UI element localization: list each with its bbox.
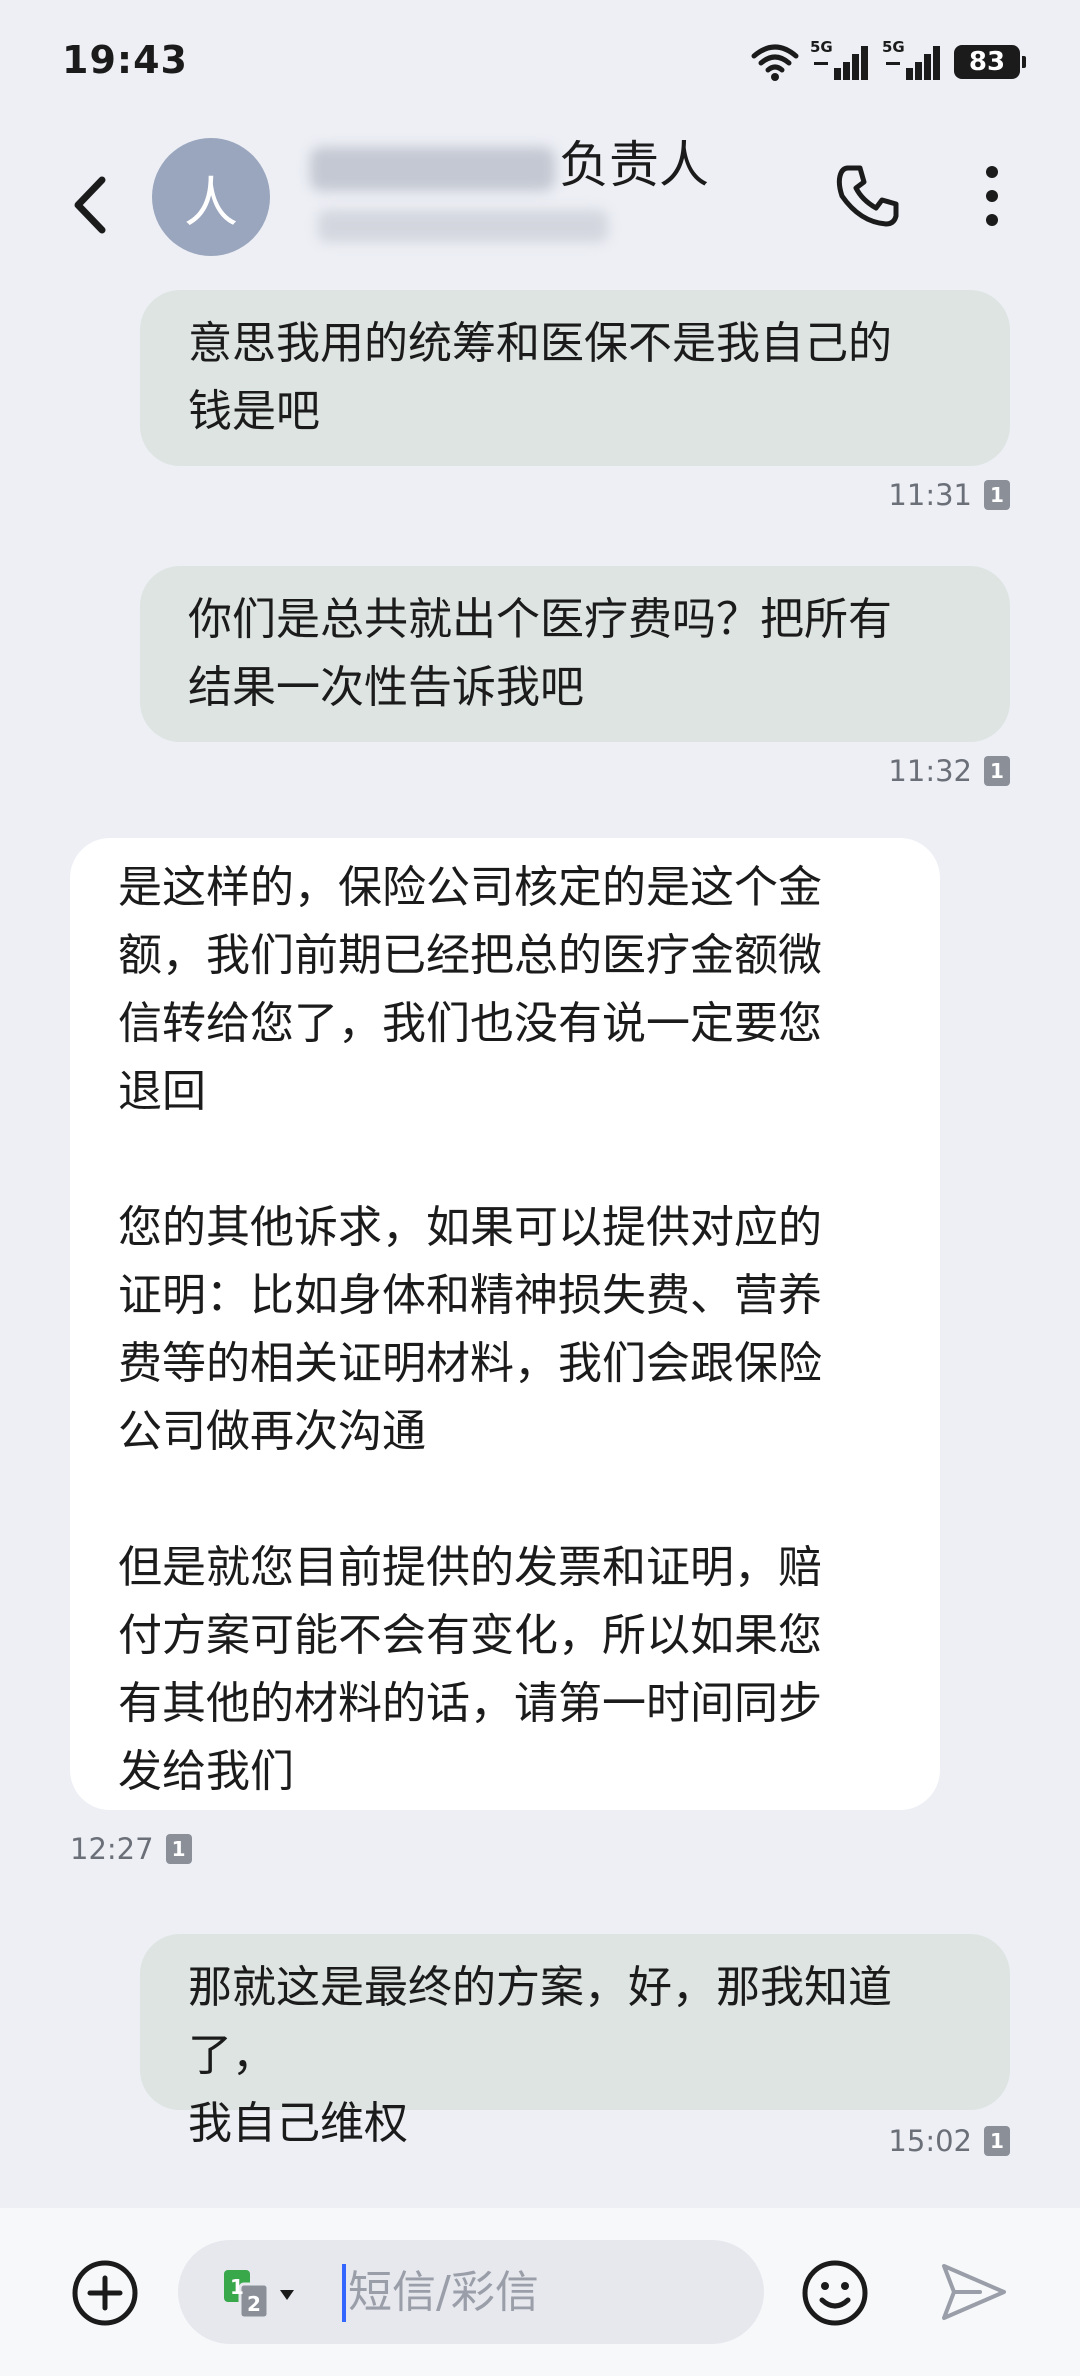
sim-badge-icon: 1: [984, 2126, 1010, 2156]
message-input[interactable]: [348, 2262, 728, 2322]
emoji-icon[interactable]: [800, 2258, 870, 2328]
sim-primary-label: 1: [230, 2275, 244, 2299]
sim-badge-icon: 1: [984, 480, 1010, 510]
sim-selector-icon: 1 2: [224, 2270, 294, 2320]
message-bubble-outgoing[interactable]: 意思我用的统筹和医保不是我自己的 钱是吧: [140, 290, 1010, 466]
avatar[interactable]: 人: [152, 138, 270, 256]
more-vert-icon[interactable]: [970, 160, 1014, 232]
battery-icon: 83: [954, 45, 1026, 79]
sim-selector-button[interactable]: 1 2: [224, 2270, 314, 2320]
message-meta: 11:32 1: [888, 754, 1010, 788]
message-time: 11:32: [888, 754, 972, 788]
text-cursor: [342, 2264, 346, 2322]
message-meta: 12:27 1: [70, 1832, 192, 1866]
message-bubble-incoming[interactable]: 是这样的，保险公司核定的是这个金 额，我们前期已经把总的医疗金额微 信转给您了，…: [70, 838, 940, 1810]
status-bar: 19:43 5G 5G 83: [0, 0, 1080, 130]
phone-icon[interactable]: [832, 160, 904, 232]
message-time: 15:02: [888, 2124, 972, 2158]
redacted-name-blur: [310, 146, 555, 191]
signal-2-icon: 5G: [882, 38, 944, 82]
contact-name-visible: 负责人: [559, 136, 709, 194]
status-icons: 5G 5G 83: [750, 38, 1026, 82]
compose-field-container: 1 2: [178, 2240, 764, 2344]
wifi-icon: [751, 44, 799, 81]
status-time: 19:43: [62, 38, 188, 82]
sim-badge-icon: 1: [984, 756, 1010, 786]
sim-badge-icon: 1: [165, 1834, 192, 1864]
signal-1-icon: 5G: [810, 38, 872, 82]
conversation-header: 人 负责人: [0, 130, 1080, 280]
redacted-number-blur: [318, 210, 608, 242]
send-icon[interactable]: [940, 2260, 1008, 2324]
message-time: 12:27: [70, 1832, 154, 1866]
add-attachment-icon[interactable]: [70, 2258, 140, 2328]
back-icon[interactable]: [62, 170, 122, 240]
message-bubble-outgoing[interactable]: 那就这是最终的方案，好，那我知道了， 我自己维权: [140, 1934, 1010, 2149]
sim-secondary-label: 2: [247, 2292, 261, 2316]
message-meta: 15:02 1: [888, 2124, 1010, 2158]
message-time: 11:31: [888, 478, 972, 512]
contact-name: 负责人: [310, 130, 709, 200]
message-meta: 11:31 1: [888, 478, 1010, 512]
compose-bar: 1 2: [0, 2208, 1080, 2376]
message-bubble-outgoing[interactable]: 你们是总共就出个医疗费吗？把所有 结果一次性告诉我吧: [140, 566, 1010, 742]
